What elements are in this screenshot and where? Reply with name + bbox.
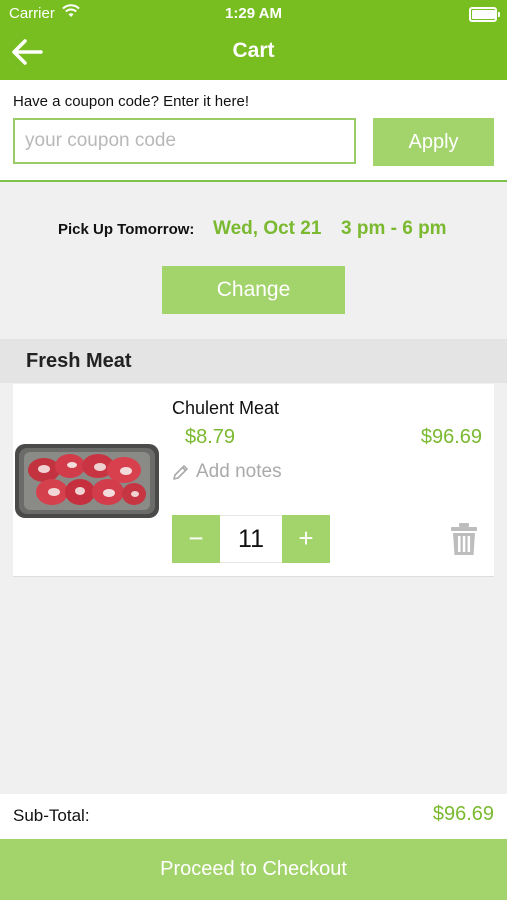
apply-coupon-button[interactable]: Apply <box>373 118 494 166</box>
quantity-decrease-button[interactable]: − <box>172 515 220 563</box>
product-name: Chulent Meat <box>172 398 280 418</box>
subtotal-value: $96.69 <box>432 803 494 825</box>
line-total: $96.69 <box>420 426 482 448</box>
page-title: Cart <box>232 39 275 62</box>
trash-icon <box>451 523 477 555</box>
delete-item-button[interactable] <box>450 522 478 556</box>
checkout-button[interactable]: Proceed to Checkout <box>0 839 507 900</box>
product-image <box>14 440 160 522</box>
coupon-input[interactable] <box>13 118 356 164</box>
pencil-icon <box>173 465 188 480</box>
unit-price: $8.79 <box>185 426 236 448</box>
status-bar: Carrier 1:29 AM <box>0 0 507 28</box>
pickup-time: 3 pm - 6 pm <box>341 218 447 239</box>
category-title: Fresh Meat <box>26 350 132 372</box>
pickup-label: Pick Up Tomorrow: <box>58 221 195 238</box>
quantity-increase-button[interactable]: + <box>282 515 330 563</box>
pickup-date: Wed, Oct 21 <box>213 218 322 239</box>
add-notes-label: Add notes <box>196 461 282 482</box>
quantity-value[interactable]: 11 <box>220 515 282 563</box>
status-time: 1:29 AM <box>225 5 282 22</box>
battery-icon <box>469 7 500 22</box>
add-notes-button[interactable]: Add notes <box>172 461 282 483</box>
change-pickup-button[interactable]: Change <box>162 266 345 314</box>
subtotal-label: Sub-Total: <box>13 806 90 825</box>
coupon-label: Have a coupon code? Enter it here! <box>13 93 249 110</box>
